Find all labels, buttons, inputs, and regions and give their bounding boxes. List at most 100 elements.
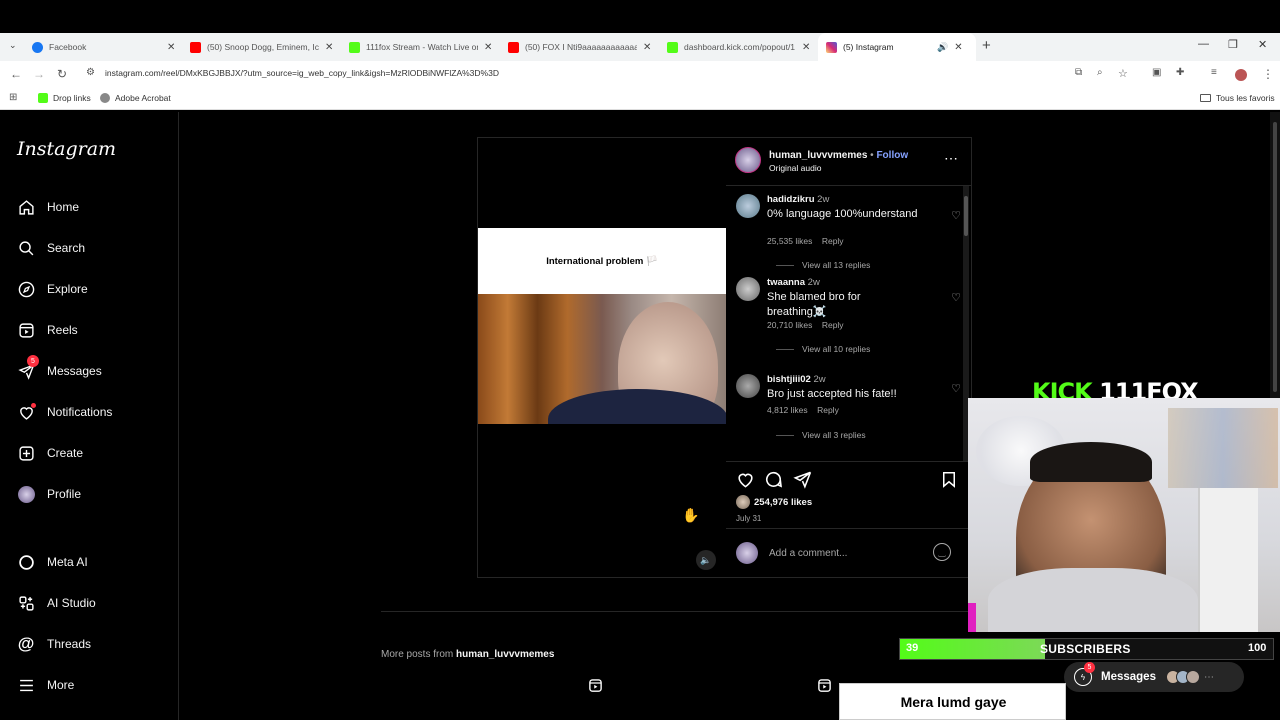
sidebar-item-ai-studio[interactable]: AI Studio — [17, 594, 96, 612]
plus-square-icon — [17, 444, 35, 462]
bottom-caption-text: Mera lumd gaye — [900, 694, 1007, 710]
close-tab-icon[interactable]: ✕ — [954, 42, 962, 53]
profile-icon[interactable] — [1235, 69, 1247, 81]
view-replies-link[interactable]: View all 3 replies — [776, 430, 866, 440]
tab-youtube-snoop[interactable]: (50) Snoop Dogg, Eminem, Ice ✕ — [182, 33, 340, 61]
comment-like-icon[interactable]: ♡ — [951, 209, 961, 222]
bookmark-drop-links[interactable]: Drop links — [38, 93, 91, 103]
follow-button[interactable]: Follow — [876, 150, 908, 161]
sidebar-item-home[interactable]: Home — [17, 198, 79, 216]
comment-likes[interactable]: 20,710 likes — [767, 320, 812, 330]
comment-username[interactable]: twaanna — [767, 277, 805, 288]
new-tab-button[interactable]: + — [982, 37, 991, 54]
media-controls-icon[interactable]: ≡ — [1211, 67, 1217, 78]
comment-username[interactable]: bishtjiii02 — [767, 374, 811, 385]
url-field[interactable]: instagram.com/reel/DMxKBGJBBJX/?utm_sour… — [105, 68, 499, 78]
comment-text: 0% language 100%understand — [767, 208, 918, 220]
zoom-icon[interactable]: ⌕ — [1097, 67, 1103, 78]
tab-kick-stream[interactable]: 111fox Stream - Watch Live on ✕ — [341, 33, 499, 61]
video-frame: International problem 🏳️ — [478, 228, 726, 424]
view-replies-link[interactable]: View all 13 replies — [776, 260, 870, 270]
close-tab-icon[interactable]: ✕ — [167, 42, 175, 53]
commenter-avatar[interactable] — [736, 194, 760, 218]
close-window-button[interactable]: ✕ — [1258, 38, 1267, 51]
sidebar-item-notifications[interactable]: Notifications — [17, 403, 112, 421]
sidebar-item-search[interactable]: Search — [17, 239, 85, 257]
author-avatar[interactable] — [735, 147, 761, 173]
view-replies-link[interactable]: View all 10 replies — [776, 344, 870, 354]
more-posts-heading: More posts from human_luvvvmemes — [381, 649, 555, 660]
likes-count[interactable]: 254,976 likes — [754, 497, 812, 508]
comment-text: She blamed bro for breathing☠️ — [767, 291, 861, 318]
share-icon[interactable] — [793, 470, 812, 494]
all-favorites-folder[interactable]: Tous les favoris — [1200, 93, 1275, 103]
puzzle-icon[interactable]: ✚ — [1176, 67, 1184, 78]
messages-pill[interactable]: ϟ 5 Messages ⋯ — [1064, 662, 1244, 692]
sidebar-item-messages[interactable]: 5 Messages — [17, 355, 102, 380]
save-icon[interactable] — [940, 470, 958, 494]
menu-dots-icon[interactable]: ⋮ — [1262, 67, 1274, 81]
commenter-avatar[interactable] — [736, 277, 760, 301]
back-icon[interactable]: ← — [10, 67, 22, 81]
threads-icon: @ — [17, 634, 35, 653]
speaker-icon[interactable]: 🔊 — [937, 42, 948, 53]
section-divider — [381, 611, 968, 612]
site-info-icon[interactable]: ⚙ — [86, 67, 95, 78]
comment-likes[interactable]: 4,812 likes — [767, 405, 808, 415]
mute-button[interactable]: 🔈 — [696, 550, 716, 570]
minimize-button[interactable]: — — [1198, 38, 1209, 50]
forward-icon[interactable]: → — [33, 67, 45, 81]
sidebar-item-more[interactable]: More — [17, 676, 74, 694]
comment-icon[interactable] — [764, 470, 783, 494]
more-options-icon[interactable]: ⋯ — [944, 150, 958, 167]
tab-kick-dashboard[interactable]: dashboard.kick.com/popout/1 ✕ — [659, 33, 817, 61]
emoji-icon[interactable]: ‿ — [933, 543, 951, 561]
sidebar-item-explore[interactable]: Explore — [17, 280, 88, 298]
audio-label[interactable]: Original audio — [769, 163, 821, 173]
post-header: human_luvvvmemes • Follow Original audio… — [726, 138, 971, 186]
comment-likes[interactable]: 25,535 likes — [767, 236, 812, 246]
reel-side-panel: human_luvvvmemes • Follow Original audio… — [726, 138, 971, 577]
extension-icon[interactable]: ▣ — [1152, 67, 1161, 78]
sidebar-item-meta-ai[interactable]: Meta AI — [17, 553, 88, 571]
reply-button[interactable]: Reply — [817, 405, 839, 415]
reply-button[interactable]: Reply — [822, 320, 844, 330]
install-app-icon[interactable]: ⧉ — [1075, 67, 1082, 78]
restore-button[interactable]: ❐ — [1228, 38, 1238, 51]
tab-youtube-fox[interactable]: (50) FOX I Nti9aaaaaaaaaaaaa ✕ — [500, 33, 658, 61]
tab-facebook[interactable]: Facebook ✕ — [24, 33, 182, 61]
close-tab-icon[interactable]: ✕ — [802, 42, 810, 53]
instagram-logo[interactable]: Instagram — [17, 138, 116, 160]
reload-icon[interactable]: ↻ — [57, 67, 67, 81]
page-scrollbar[interactable] — [1270, 112, 1280, 398]
sidebar-item-create[interactable]: Create — [17, 444, 83, 462]
current-user-avatar — [736, 542, 758, 564]
author-username[interactable]: human_luvvvmemes — [769, 150, 867, 161]
video-caption: International problem 🏳️ — [478, 228, 726, 294]
menu-icon — [17, 676, 35, 694]
commenter-avatar[interactable] — [736, 374, 760, 398]
bookmark-adobe-acrobat[interactable]: Adobe Acrobat — [100, 93, 171, 103]
tab-list-icon[interactable]: ⌄ — [9, 40, 17, 51]
more-icon: ⋯ — [1203, 671, 1214, 683]
bookmark-star-icon[interactable]: ☆ — [1118, 67, 1128, 80]
comment-like-icon[interactable]: ♡ — [951, 291, 961, 304]
sidebar-item-profile[interactable]: Profile — [17, 485, 81, 503]
close-tab-icon[interactable]: ✕ — [643, 42, 651, 53]
tab-instagram[interactable]: (5) Instagram 🔊 ✕ — [818, 33, 976, 61]
sidebar-item-reels[interactable]: Reels — [17, 321, 78, 339]
comment-username[interactable]: hadidzikru — [767, 194, 815, 205]
instagram-sidebar: Instagram Home Search Explore Reels 5 Me… — [0, 112, 179, 720]
comment-like-icon[interactable]: ♡ — [951, 382, 961, 395]
sidebar-item-threads[interactable]: @ Threads — [17, 634, 91, 653]
address-bar: ← → ↻ ⚙ instagram.com/reel/DMxKBGJBBJX/?… — [0, 61, 1280, 88]
close-tab-icon[interactable]: ✕ — [325, 42, 333, 53]
more-posts-username[interactable]: human_luvvvmemes — [456, 649, 554, 660]
reply-button[interactable]: Reply — [822, 236, 844, 246]
like-icon[interactable] — [736, 470, 755, 494]
close-tab-icon[interactable]: ✕ — [484, 42, 492, 53]
subscriber-label: SUBSCRIBERS — [1040, 642, 1131, 656]
comments-list: hadidzikru 2w 0% language 100%understand… — [726, 186, 971, 461]
apps-grid-icon[interactable]: ⊞ — [9, 92, 17, 103]
add-comment-input[interactable]: Add a comment... — [769, 548, 847, 559]
